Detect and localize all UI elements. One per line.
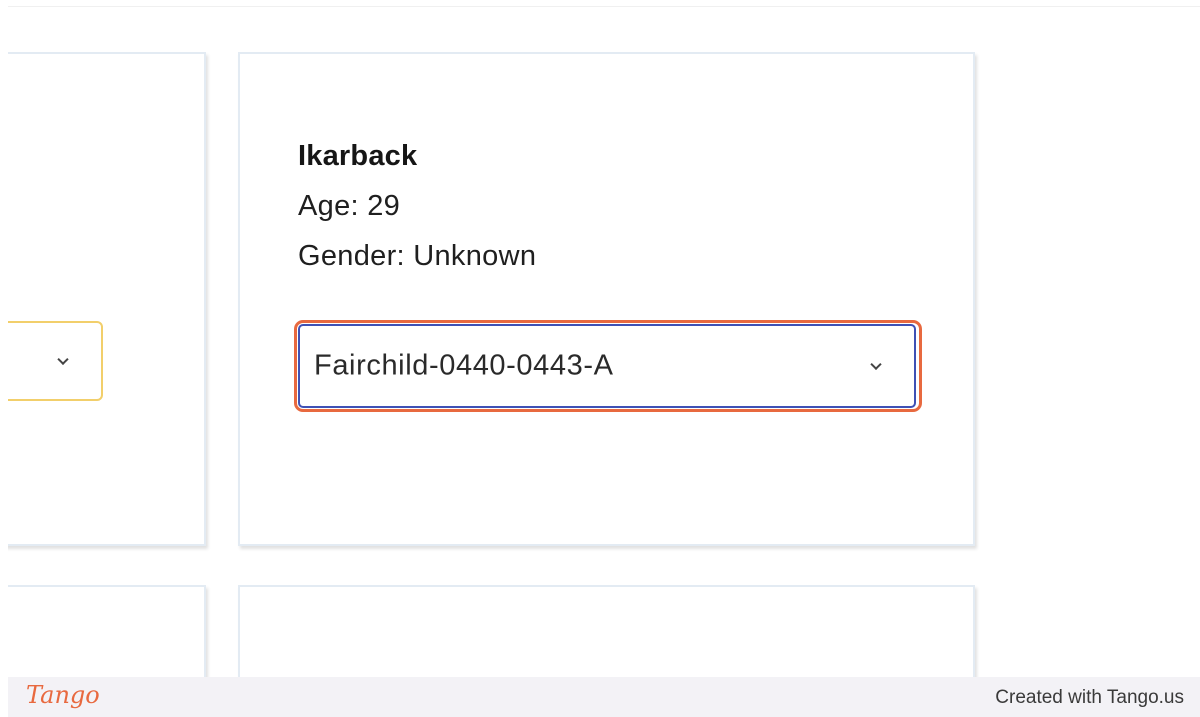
chevron-down-icon [57, 353, 69, 366]
chevron-down-icon [870, 358, 882, 371]
footer-bar: Tango Created with Tango.us [8, 677, 1200, 717]
profile-age: Age: 29 [298, 190, 401, 222]
profile-name: Ikarback [298, 140, 418, 172]
footer-credit: Created with Tango.us [995, 687, 1184, 708]
profile-card: Ikarback Age: 29 Gender: Unknown Fairchi… [238, 52, 975, 546]
profile-card-bottom [238, 585, 975, 677]
station-select-value: Fairchild-0440-0443-A [314, 349, 614, 382]
station-select[interactable]: Fairchild-0440-0443-A [298, 324, 916, 408]
station-select-left[interactable] [8, 321, 103, 401]
page-viewport: Ikarback Age: 29 Gender: Unknown Fairchi… [8, 6, 1200, 677]
profile-card-bottom-left [8, 585, 206, 677]
profile-gender: Gender: Unknown [298, 240, 537, 272]
profile-card-left [8, 52, 206, 546]
tango-logo: Tango [26, 681, 100, 709]
